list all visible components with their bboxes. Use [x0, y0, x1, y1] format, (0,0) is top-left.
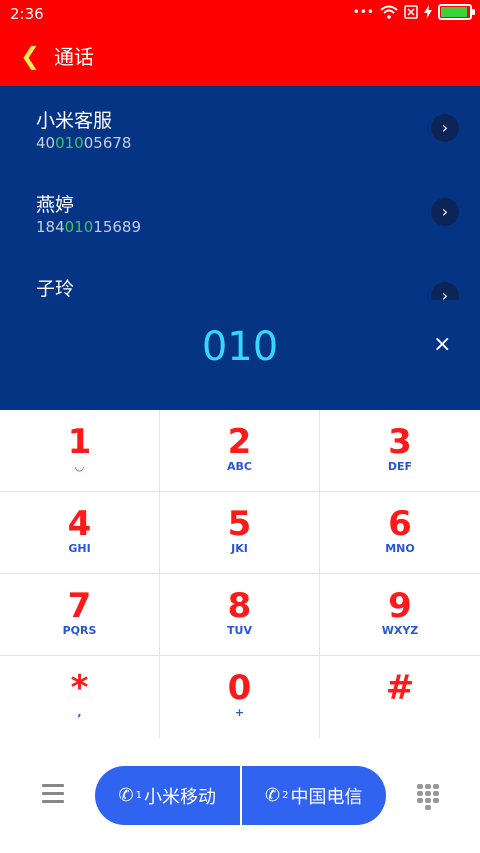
key-7[interactable]: 7 PQRS	[0, 574, 160, 656]
contact-number: 4001005678	[36, 134, 132, 152]
dial-display: 010 ×	[0, 300, 480, 410]
status-icons: •••	[352, 4, 475, 20]
charging-icon	[424, 5, 432, 19]
contact-name: 燕婷	[36, 194, 75, 216]
key-9[interactable]: 9 WXYZ	[320, 574, 480, 656]
back-chevron-icon[interactable]: ❮	[20, 42, 40, 70]
app-header: ❮ 通话	[0, 28, 480, 86]
phone-icon: ✆	[118, 785, 134, 806]
sim-slot-label: 1	[135, 790, 142, 801]
clear-icon[interactable]: ×	[433, 330, 451, 360]
phone-icon: ✆	[265, 785, 281, 806]
contact-row[interactable]: 燕婷 18401015689 ›	[0, 170, 480, 254]
key-5[interactable]: 5 JKI	[160, 492, 320, 574]
key-3[interactable]: 3 DEF	[320, 410, 480, 492]
key-6[interactable]: 6 MNO	[320, 492, 480, 574]
wifi-icon	[380, 5, 398, 19]
key-1[interactable]: 1 ◡	[0, 410, 160, 492]
menu-icon[interactable]	[42, 784, 64, 804]
chevron-right-icon[interactable]: ›	[431, 282, 459, 300]
call-sim2-button[interactable]: ✆ 2 中国电信	[239, 766, 386, 825]
dots-icon: •••	[352, 5, 374, 19]
contact-name: 小米客服	[36, 110, 113, 132]
dialed-number: 010	[201, 324, 279, 370]
page-title: 通话	[54, 45, 94, 69]
sim-slot-label: 2	[282, 790, 289, 801]
sim2-carrier-label: 中国电信	[290, 786, 363, 808]
key-0[interactable]: 0 +	[160, 656, 320, 738]
chevron-right-icon[interactable]: ›	[431, 198, 459, 226]
sim1-carrier-label: 小米移动	[143, 786, 216, 808]
sim-call-buttons: ✆ 1 小米移动 ✆ 2 中国电信	[95, 766, 386, 825]
battery-icon	[438, 4, 475, 20]
dial-actions: ✆ 1 小米移动 ✆ 2 中国电信	[0, 738, 480, 853]
call-sim1-button[interactable]: ✆ 1 小米移动	[95, 766, 240, 825]
contact-name: 子玲	[36, 278, 75, 300]
sim-x-icon	[404, 5, 418, 19]
status-bar: 2:36 •••	[0, 0, 480, 28]
key-4[interactable]: 4 GHI	[0, 492, 160, 574]
dialpad-toggle-icon[interactable]	[417, 784, 439, 810]
chevron-right-icon[interactable]: ›	[431, 114, 459, 142]
key-star[interactable]: *,	[0, 656, 160, 738]
contact-row[interactable]: 小米客服 4001005678 ›	[0, 86, 480, 170]
search-results: 小米客服 4001005678 › 燕婷 18401015689 › 子玲 ›	[0, 86, 480, 300]
contact-number: 18401015689	[36, 218, 141, 236]
dial-keypad: 1 ◡ 2 ABC 3 DEF 4 GHI 5 JKI 6 MNO 7 PQRS 8 TUV 9…	[0, 410, 480, 738]
key-8[interactable]: 8 TUV	[160, 574, 320, 656]
battery-fill	[441, 7, 467, 17]
status-time: 2:36	[10, 5, 44, 23]
key-hash[interactable]: #	[320, 656, 480, 738]
contact-row[interactable]: 子玲 ›	[0, 254, 480, 300]
voicemail-icon: ◡	[75, 460, 84, 473]
key-2[interactable]: 2 ABC	[160, 410, 320, 492]
